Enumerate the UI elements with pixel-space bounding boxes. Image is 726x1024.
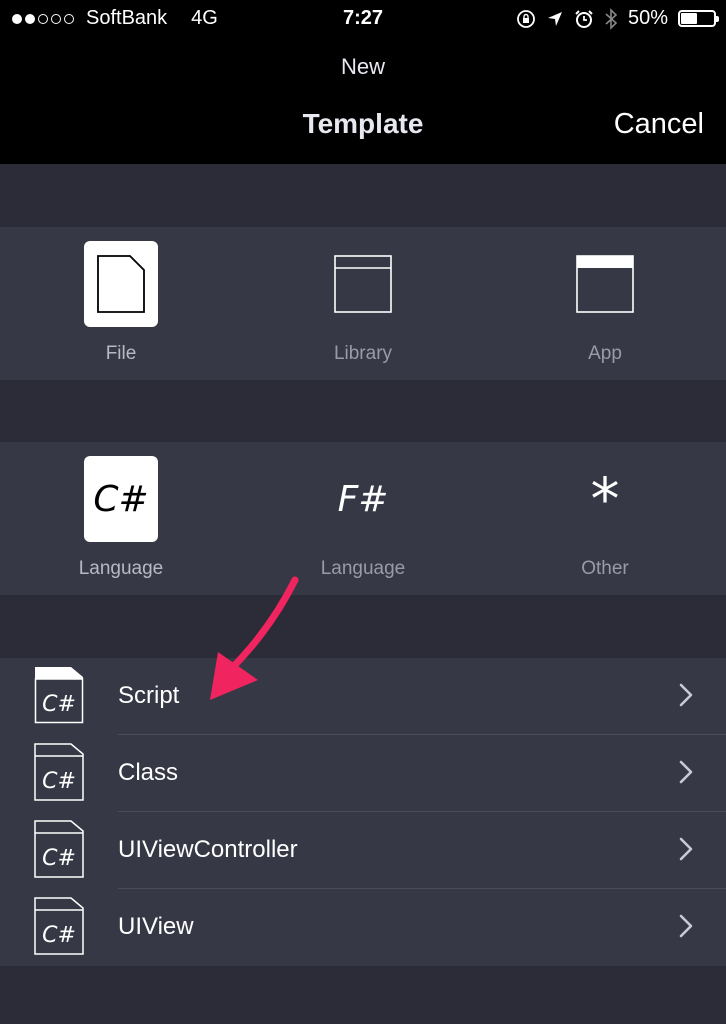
- template-label: UIView: [118, 913, 194, 940]
- csharp-file-icon: C#: [34, 667, 84, 724]
- status-right: 50%: [516, 7, 719, 30]
- project-type-label: App: [588, 343, 622, 364]
- template-label: Script: [118, 682, 180, 709]
- library-type-icon-box: [326, 241, 400, 327]
- language-csharp[interactable]: C# Language: [0, 442, 242, 595]
- orientation-lock-icon: [517, 9, 535, 28]
- language-label: Language: [78, 558, 164, 579]
- fsharp-icon: F#: [337, 478, 389, 520]
- template-row-uiview[interactable]: C# UIView: [0, 889, 726, 966]
- file-type-icon-box: [84, 241, 158, 327]
- file-glyph: C#: [42, 923, 76, 948]
- battery-icon: [678, 10, 719, 27]
- app-icon: [576, 255, 634, 313]
- other-icon-box: *: [568, 456, 642, 542]
- language-section: C# Language F# Language * Other: [0, 442, 726, 595]
- bluetooth-icon: [605, 7, 618, 30]
- section-spacer: [0, 164, 726, 227]
- chevron-right-icon: [679, 760, 693, 784]
- chevron-right-icon: [679, 683, 693, 707]
- chevron-right-icon: [679, 837, 693, 861]
- file-glyph: C#: [42, 846, 76, 871]
- project-type-section: File Library App: [0, 227, 726, 380]
- chevron-right-icon: [679, 914, 693, 938]
- asterisk-icon: *: [590, 465, 620, 533]
- file-glyph: C#: [42, 692, 76, 717]
- project-type-app[interactable]: App: [484, 227, 726, 380]
- battery-percent: 50%: [627, 7, 668, 29]
- language-other[interactable]: * Other: [484, 442, 726, 595]
- template-row-uiviewcontroller[interactable]: C# UIViewController: [0, 812, 726, 889]
- battery-fill: [681, 13, 697, 24]
- project-type-file[interactable]: File: [0, 227, 242, 380]
- project-type-label: Library: [333, 343, 393, 364]
- csharp-icon: C#: [93, 478, 149, 520]
- fsharp-icon-box: F#: [326, 456, 400, 542]
- template-row-script[interactable]: C# Script: [0, 658, 726, 735]
- template-row-class[interactable]: C# Class: [0, 735, 726, 812]
- csharp-file-icon: C#: [34, 743, 84, 801]
- language-label: Other: [581, 558, 629, 579]
- file-icon: [97, 255, 145, 313]
- navigation-bar: New Template Cancel: [0, 38, 726, 164]
- template-label: Class: [118, 759, 179, 786]
- location-icon: [547, 11, 562, 26]
- file-glyph: C#: [42, 769, 76, 794]
- cancel-button[interactable]: Cancel: [614, 108, 704, 141]
- library-icon: [334, 255, 392, 313]
- project-type-library[interactable]: Library: [242, 227, 484, 380]
- csharp-icon-box: C#: [84, 456, 158, 542]
- csharp-file-icon: C#: [34, 820, 84, 878]
- status-bar: SoftBank 4G 7:27 50%: [0, 0, 726, 38]
- nav-subtitle: New: [340, 54, 385, 79]
- template-label: UIViewController: [118, 836, 298, 863]
- alarm-icon: [575, 9, 593, 28]
- app-type-icon-box: [568, 241, 642, 327]
- section-spacer: [0, 595, 726, 658]
- section-spacer: [0, 380, 726, 442]
- language-fsharp[interactable]: F# Language: [242, 442, 484, 595]
- template-list: C# Script C# Class C# UIViewController C…: [0, 658, 726, 966]
- project-type-label: File: [105, 343, 137, 364]
- csharp-file-icon: C#: [34, 897, 84, 955]
- language-label: Language: [320, 558, 406, 579]
